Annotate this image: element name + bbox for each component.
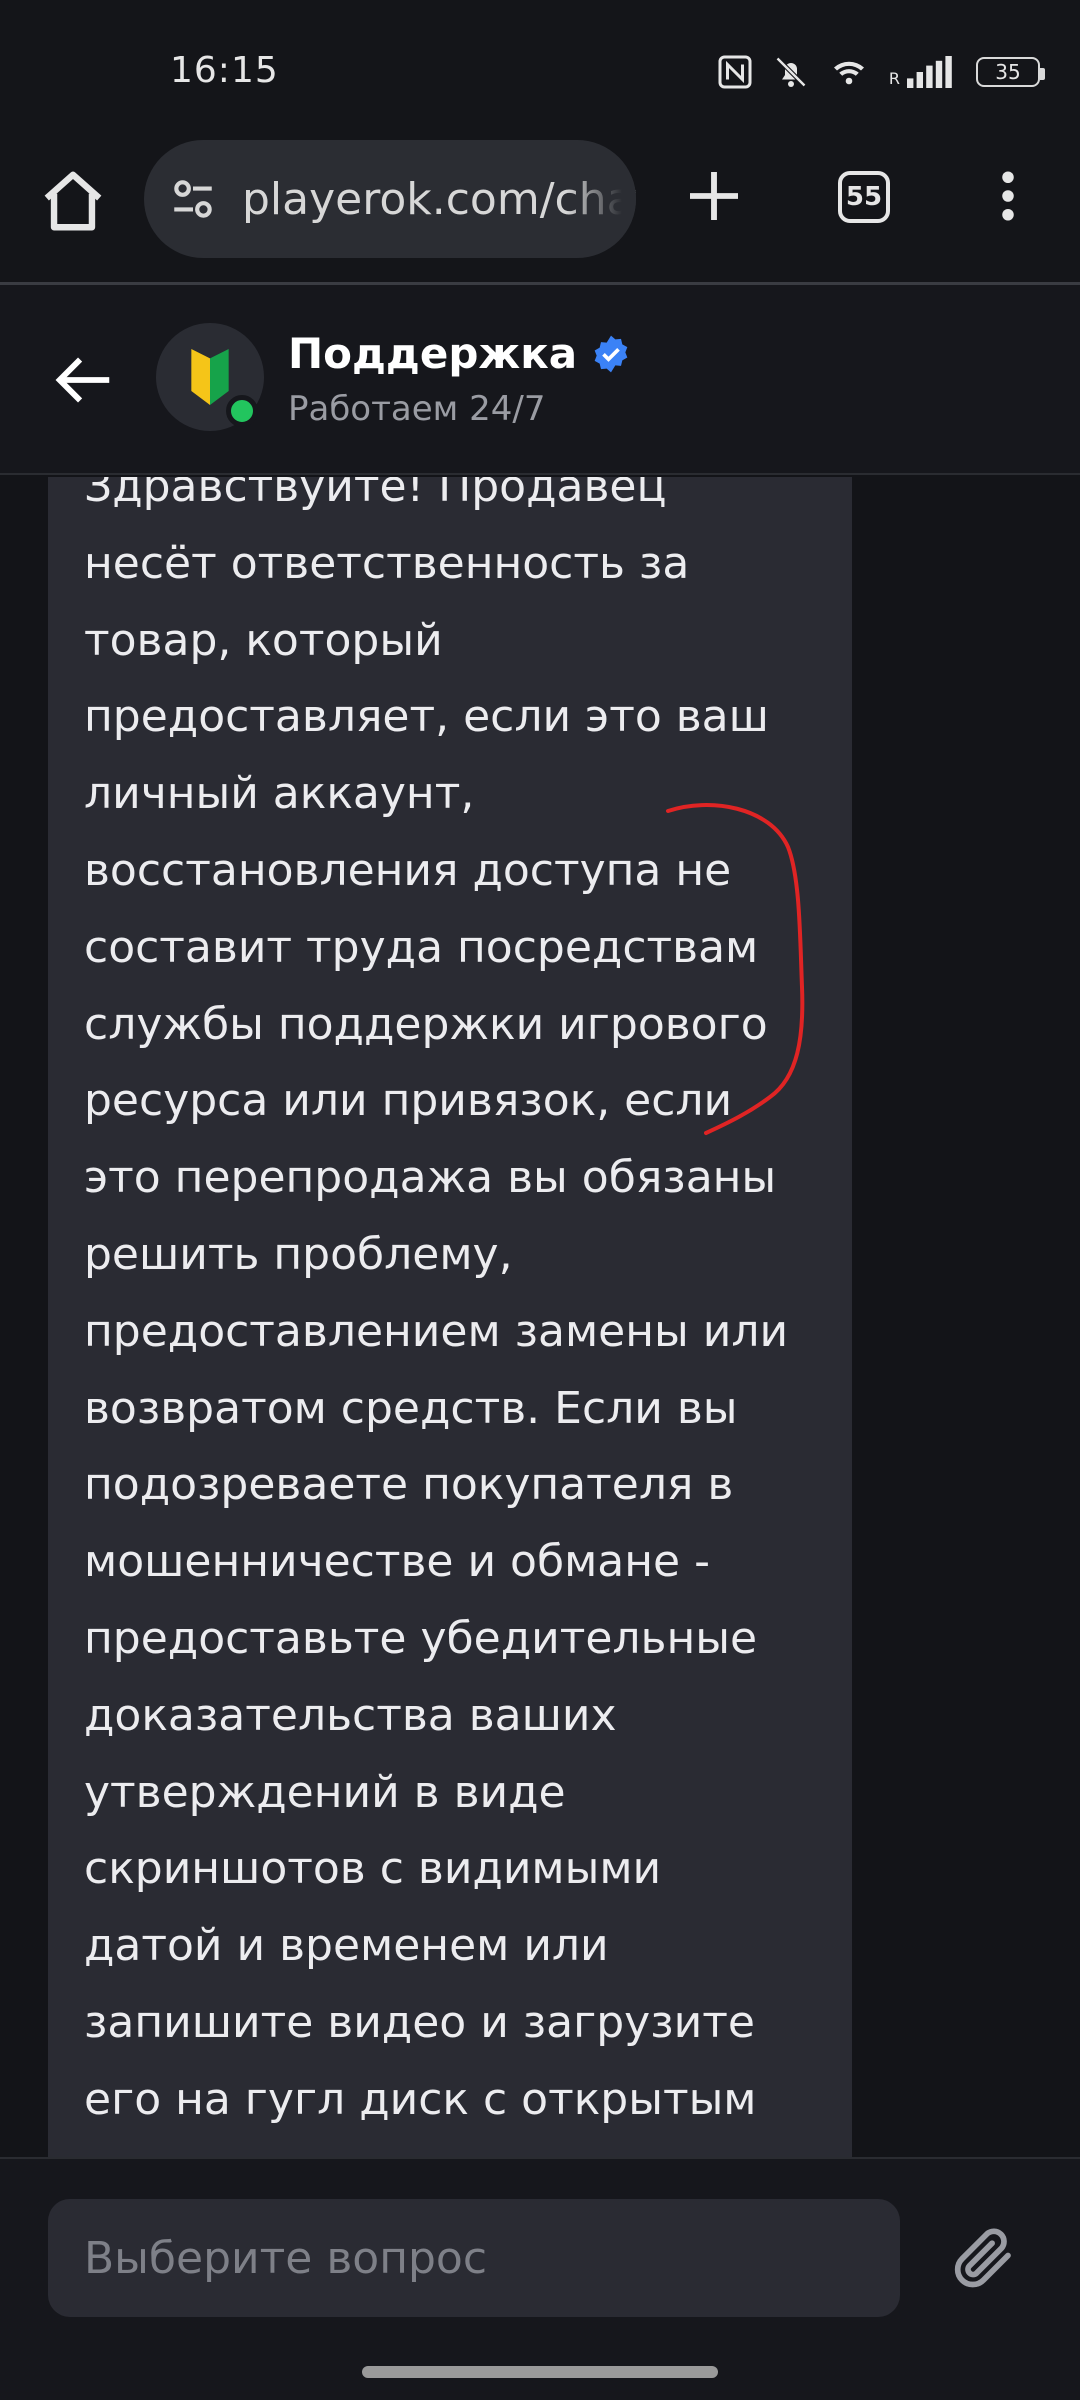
status-icons: R 35 — [717, 50, 1045, 94]
message-line: товар, который — [84, 614, 443, 666]
chat-title: Поддержка — [288, 329, 631, 378]
question-select-field[interactable]: Выберите вопрос — [48, 2199, 900, 2317]
site-settings-icon[interactable] — [168, 174, 218, 224]
signal-group: R — [889, 56, 956, 88]
status-bar: 16:15 R 35 — [0, 0, 1080, 140]
message-line: запишите видео и загрузите — [84, 1996, 755, 2048]
tab-switcher-button[interactable]: 55 — [838, 171, 890, 223]
more-options-icon[interactable] — [978, 164, 1038, 228]
message-line: предоставьте убедительные — [84, 1612, 758, 1664]
roaming-label: R — [888, 69, 900, 88]
message-list[interactable]: Здравствуйте! Продавец несёт ответственн… — [0, 477, 1080, 2157]
nfc-icon — [718, 55, 752, 89]
browser-toolbar: playerok.com/chats 55 — [0, 140, 1080, 284]
message-line: доказательства ваших — [84, 1689, 617, 1741]
message-text: Здравствуйте! Продавец несёт ответственн… — [84, 477, 844, 2139]
message-line: мошенничестве и обмане - — [84, 1536, 710, 1588]
support-message-bubble: Здравствуйте! Продавец несёт ответственн… — [48, 477, 852, 2157]
online-status-dot — [226, 395, 258, 427]
message-line: решить проблему, — [84, 1228, 513, 1280]
message-line: предоставлением замены или — [84, 1305, 789, 1357]
signal-icon — [907, 56, 952, 88]
chat-title-text: Поддержка — [288, 329, 578, 378]
message-line: датой и временем или — [84, 1920, 609, 1972]
message-line: Здравствуйте! Продавец — [84, 477, 667, 512]
message-line: это перепродажа вы обязаны — [84, 1152, 777, 1204]
home-icon[interactable] — [38, 166, 108, 236]
chat-subtitle: Работаем 24/7 — [288, 389, 546, 429]
paperclip-icon[interactable] — [948, 2221, 1020, 2293]
annotation-bracket-mark — [666, 803, 805, 1135]
address-bar[interactable]: playerok.com/chats — [144, 140, 636, 258]
chat-header: Поддержка Работаем 24/7 — [0, 285, 1080, 475]
message-line: несёт ответственность за — [84, 537, 690, 589]
back-arrow-icon[interactable] — [48, 345, 118, 415]
message-line: утверждений в виде — [84, 1766, 566, 1818]
url-fade — [566, 140, 636, 258]
message-line: предоставляет, если это ваш — [84, 691, 769, 743]
question-placeholder: Выберите вопрос — [84, 2232, 488, 2284]
message-line: его на гугл диск с открытым — [84, 2073, 757, 2125]
message-line: скриншотов с видимыми — [84, 1843, 662, 1895]
status-time: 16:15 — [170, 50, 279, 91]
tab-count: 55 — [845, 182, 883, 212]
battery-level: 35 — [995, 60, 1021, 84]
gesture-nav-handle[interactable] — [362, 2366, 718, 2378]
message-line: подозреваете покупателя в — [84, 1459, 734, 1511]
wifi-icon — [833, 61, 864, 85]
battery-icon: 35 — [976, 57, 1045, 87]
message-line: возвратом средств. Если вы — [84, 1382, 738, 1434]
composer-bar: Выберите вопрос — [0, 2157, 1080, 2400]
mute-bell-icon — [775, 56, 806, 88]
new-tab-icon[interactable] — [682, 164, 746, 228]
verified-badge-icon — [594, 335, 628, 372]
beginner-mark-icon — [191, 349, 229, 405]
